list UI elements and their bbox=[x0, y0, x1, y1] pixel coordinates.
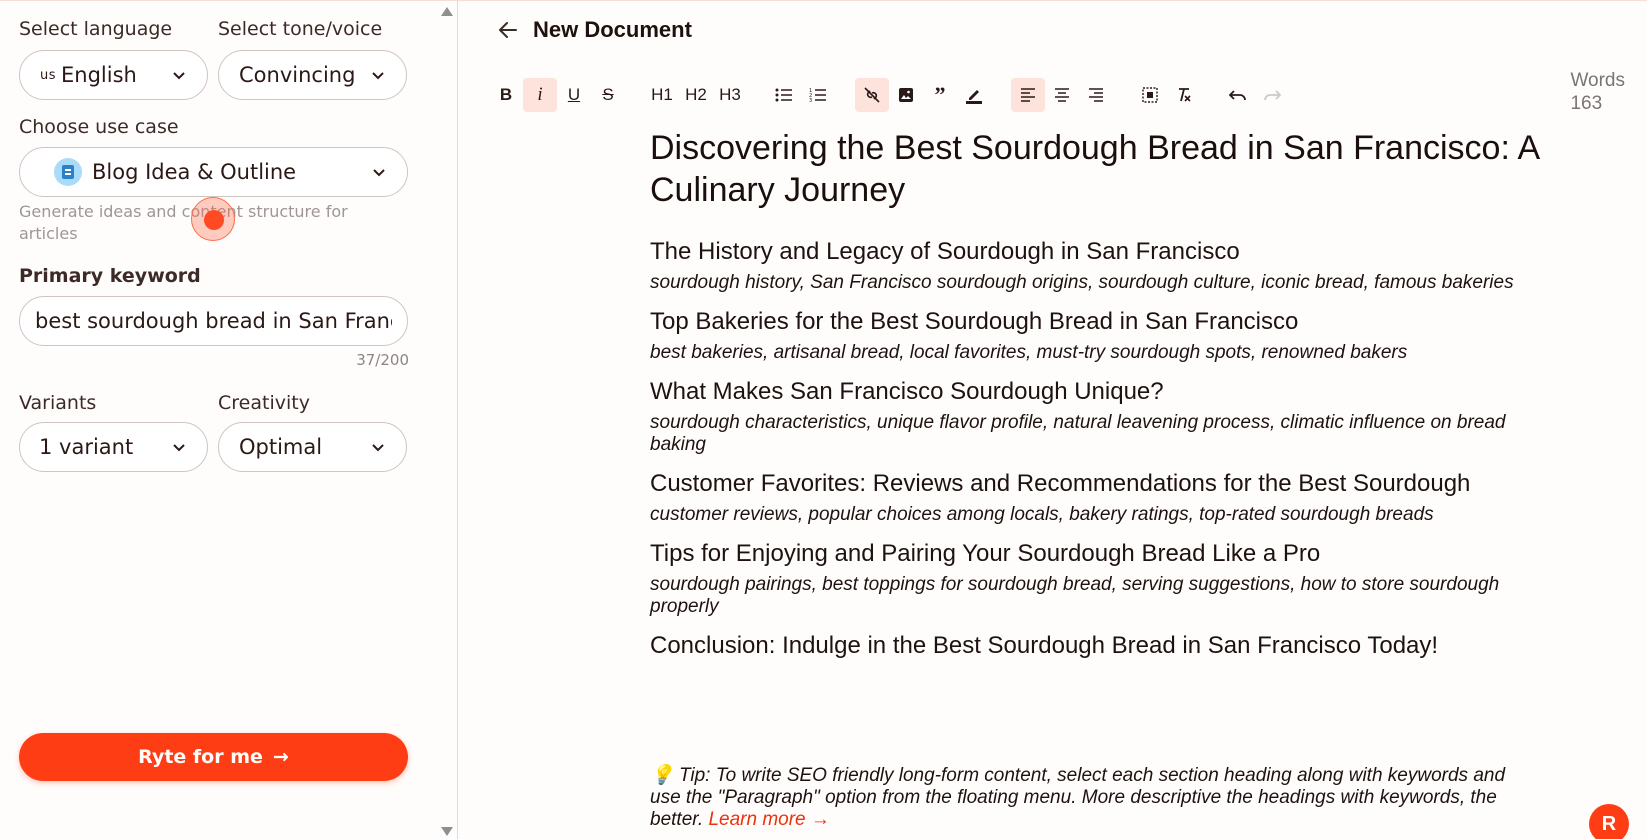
svg-text:3: 3 bbox=[809, 98, 812, 103]
outline-section[interactable]: The History and Legacy of Sourdough in S… bbox=[650, 237, 1540, 294]
outline-section[interactable]: Customer Favorites: Reviews and Recommen… bbox=[650, 469, 1540, 526]
heading3-button[interactable]: H3 bbox=[713, 78, 747, 112]
word-count: Words 163 bbox=[1570, 69, 1625, 115]
language-flag: us bbox=[40, 67, 57, 83]
tone-value: Convincing bbox=[239, 63, 356, 87]
assistant-button[interactable]: R bbox=[1589, 804, 1629, 839]
section-heading[interactable]: Customer Favorites: Reviews and Recommen… bbox=[650, 469, 1540, 499]
use-case-value: Blog Idea & Outline bbox=[92, 160, 297, 184]
creativity-select[interactable]: Optimal bbox=[218, 422, 407, 472]
outline-section[interactable]: Conclusion: Indulge in the Best Sourdoug… bbox=[650, 631, 1540, 661]
variants-label: Variants bbox=[19, 392, 97, 414]
bold-button[interactable]: B bbox=[489, 78, 523, 112]
section-heading[interactable]: What Makes San Francisco Sourdough Uniqu… bbox=[650, 377, 1540, 407]
section-keywords[interactable]: best bakeries, artisanal bread, local fa… bbox=[650, 342, 1540, 364]
word-count-value: 163 bbox=[1570, 93, 1603, 114]
section-heading[interactable]: Tips for Enjoying and Pairing Your Sourd… bbox=[650, 539, 1540, 569]
arrow-right-icon: → bbox=[272, 746, 289, 768]
scroll-up-arrow[interactable] bbox=[441, 7, 453, 16]
ryte-for-me-button[interactable]: Ryte for me → bbox=[19, 733, 408, 781]
numbered-list-icon[interactable]: 123 bbox=[801, 78, 835, 112]
document-body[interactable]: Discovering the Best Sourdough Bread in … bbox=[650, 127, 1540, 666]
section-keywords[interactable]: customer reviews, popular choices among … bbox=[650, 504, 1540, 526]
clear-format-icon[interactable] bbox=[1167, 78, 1201, 112]
language-label: Select language bbox=[19, 18, 173, 40]
use-case-select[interactable]: Blog Idea & Outline bbox=[19, 147, 408, 197]
sidebar: Select language Select tone/voice us Eng… bbox=[0, 1, 458, 839]
italic-button[interactable]: i bbox=[523, 78, 557, 112]
quote-icon[interactable]: ” bbox=[923, 78, 957, 112]
section-keywords[interactable]: sourdough pairings, best toppings for so… bbox=[650, 574, 1540, 618]
section-heading[interactable]: Conclusion: Indulge in the Best Sourdoug… bbox=[650, 631, 1540, 661]
editor-header: New Document bbox=[497, 17, 692, 43]
document-heading[interactable]: Discovering the Best Sourdough Bread in … bbox=[650, 127, 1540, 211]
redo-icon[interactable] bbox=[1255, 78, 1289, 112]
underline-button[interactable]: U bbox=[557, 78, 591, 112]
lightbulb-icon: 💡 bbox=[650, 765, 674, 786]
section-keywords[interactable]: sourdough history, San Francisco sourdou… bbox=[650, 272, 1540, 294]
image-icon[interactable] bbox=[889, 78, 923, 112]
outline-section[interactable]: Top Bakeries for the Best Sourdough Brea… bbox=[650, 307, 1540, 364]
chevron-down-icon bbox=[372, 444, 384, 452]
creativity-value: Optimal bbox=[239, 435, 323, 459]
chevron-down-icon bbox=[173, 444, 185, 452]
chevron-down-icon bbox=[173, 72, 185, 80]
use-case-label: Choose use case bbox=[19, 116, 179, 138]
chevron-down-icon bbox=[372, 72, 384, 80]
tip-paragraph: 💡 Tip: To write SEO friendly long-form c… bbox=[650, 765, 1540, 831]
tone-select[interactable]: Convincing bbox=[218, 50, 407, 100]
section-keywords[interactable]: sourdough characteristics, unique flavor… bbox=[650, 412, 1540, 456]
outline-section[interactable]: What Makes San Francisco Sourdough Uniqu… bbox=[650, 377, 1540, 456]
align-left-icon[interactable] bbox=[1011, 78, 1045, 112]
language-value: English bbox=[61, 63, 137, 87]
learn-more-link[interactable]: Learn more → bbox=[708, 809, 829, 830]
editor-area: New Document B i U S H1 H2 H3 123 ” Word… bbox=[459, 1, 1647, 839]
align-right-icon[interactable] bbox=[1079, 78, 1113, 112]
ryte-button-label: Ryte for me bbox=[138, 746, 263, 768]
section-heading[interactable]: Top Bakeries for the Best Sourdough Brea… bbox=[650, 307, 1540, 337]
highlight-icon[interactable] bbox=[957, 78, 991, 112]
document-title: New Document bbox=[533, 17, 692, 42]
select-all-icon[interactable] bbox=[1133, 78, 1167, 112]
language-select[interactable]: us English bbox=[19, 50, 208, 100]
chevron-down-icon bbox=[373, 169, 385, 177]
keyword-input[interactable] bbox=[19, 296, 408, 346]
bullet-list-icon[interactable] bbox=[767, 78, 801, 112]
strikethrough-button[interactable]: S bbox=[591, 78, 625, 112]
keyword-label: Primary keyword bbox=[19, 265, 201, 287]
outline-section[interactable]: Tips for Enjoying and Pairing Your Sourd… bbox=[650, 539, 1540, 618]
creativity-label: Creativity bbox=[218, 392, 310, 414]
heading2-button[interactable]: H2 bbox=[679, 78, 713, 112]
scroll-down-arrow[interactable] bbox=[441, 827, 453, 836]
align-center-icon[interactable] bbox=[1045, 78, 1079, 112]
tone-label: Select tone/voice bbox=[218, 18, 383, 40]
back-arrow-icon[interactable] bbox=[497, 19, 519, 41]
unlink-icon[interactable] bbox=[855, 78, 889, 112]
document-icon bbox=[54, 158, 82, 186]
cursor-indicator bbox=[191, 197, 235, 241]
word-count-label: Words bbox=[1570, 70, 1625, 91]
formatting-toolbar: B i U S H1 H2 H3 123 ” bbox=[489, 77, 1289, 113]
heading1-button[interactable]: H1 bbox=[645, 78, 679, 112]
undo-icon[interactable] bbox=[1221, 78, 1255, 112]
variants-select[interactable]: 1 variant bbox=[19, 422, 208, 472]
keyword-counter: 37/200 bbox=[356, 351, 409, 369]
section-heading[interactable]: The History and Legacy of Sourdough in S… bbox=[650, 237, 1540, 267]
variants-value: 1 variant bbox=[39, 435, 134, 459]
